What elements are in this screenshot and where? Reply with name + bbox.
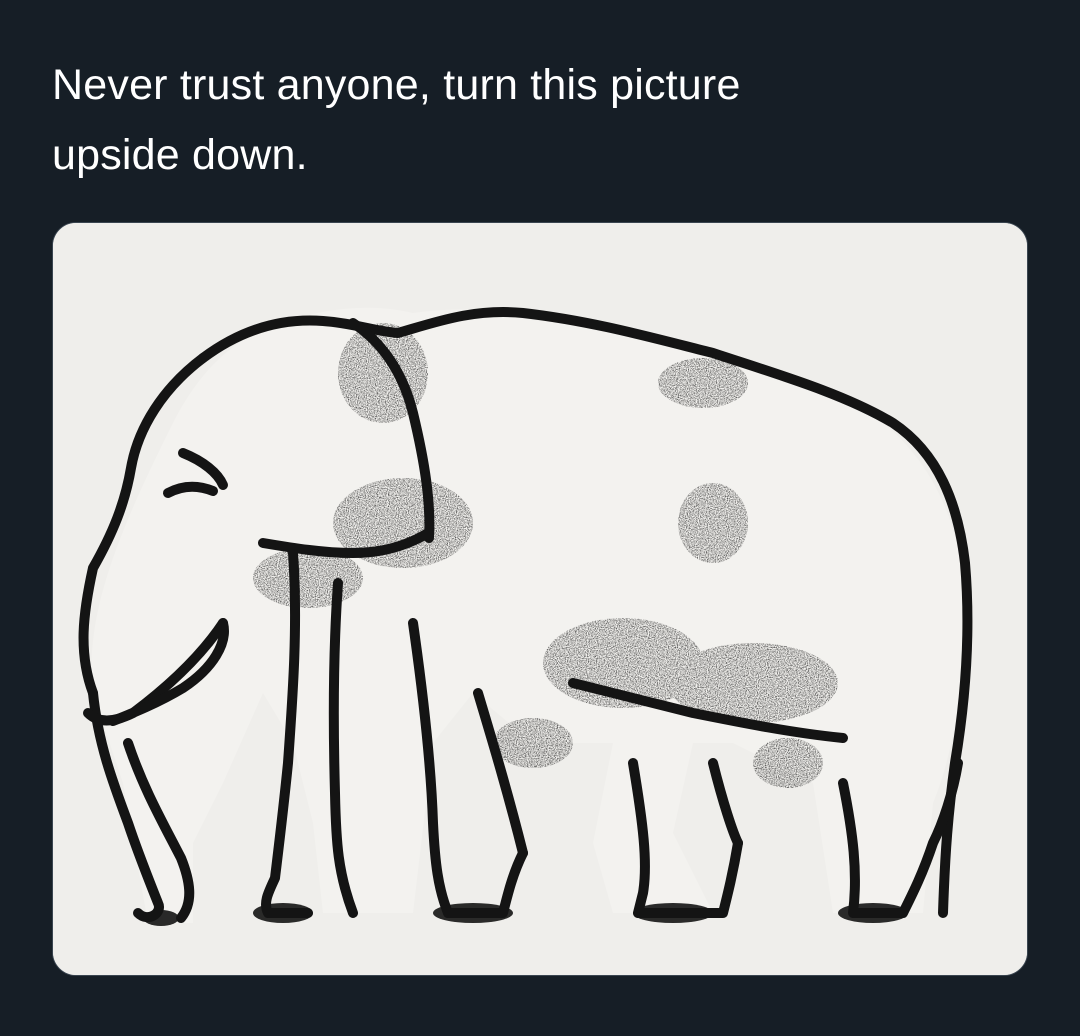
post-text-line-1: Never trust anyone, turn this picture xyxy=(52,61,741,109)
post-text-line-2: upside down. xyxy=(52,131,308,179)
elephant-illusion-drawing xyxy=(53,223,1027,975)
post-media-image[interactable] xyxy=(52,222,1028,976)
post-text: Never trust anyone, turn this picture up… xyxy=(52,50,1012,190)
